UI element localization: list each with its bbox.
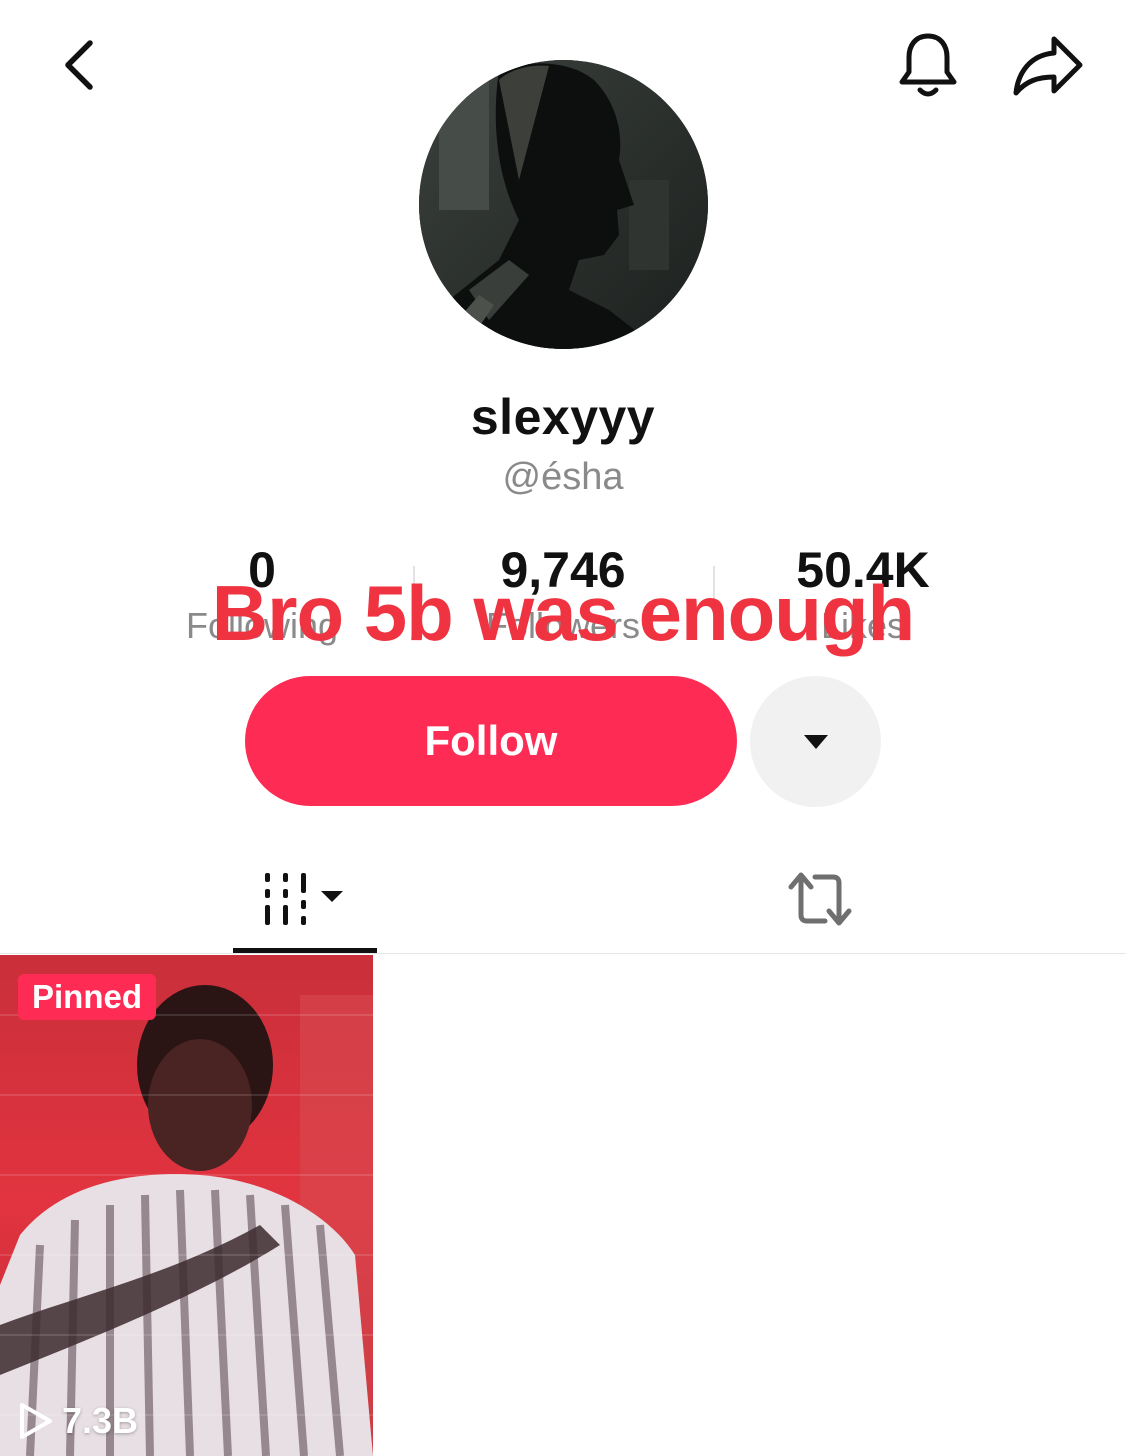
follow-button[interactable]: Follow <box>245 676 737 806</box>
repost-icon <box>788 872 852 926</box>
tab-videos[interactable] <box>233 846 377 952</box>
video-thumbnail-image <box>0 955 373 1456</box>
share-button[interactable] <box>1006 28 1090 104</box>
tabs-divider <box>0 953 1126 954</box>
tab-reposts[interactable] <box>750 846 890 952</box>
display-name: slexyyy <box>470 389 656 445</box>
bell-icon <box>899 33 957 97</box>
video-thumbnail[interactable]: Pinned 7.3B <box>0 955 373 1456</box>
profile-avatar[interactable] <box>419 60 708 349</box>
play-outline-icon <box>20 1403 52 1439</box>
chevron-left-icon <box>65 40 93 90</box>
view-count-row: 7.3B <box>16 1400 138 1442</box>
overlay-caption-text: Bro 5b was enough <box>211 569 915 657</box>
notification-bell-button[interactable] <box>892 28 964 104</box>
share-arrow-icon <box>1013 36 1083 96</box>
suggested-accounts-button[interactable] <box>750 676 881 807</box>
back-button[interactable] <box>44 30 114 100</box>
caret-down-icon <box>803 734 828 749</box>
grid-columns-icon <box>265 873 343 925</box>
username-handle: @ésha <box>502 456 624 498</box>
avatar-image <box>419 60 708 349</box>
view-count: 7.3B <box>62 1400 139 1441</box>
pinned-badge: Pinned <box>18 974 157 1020</box>
